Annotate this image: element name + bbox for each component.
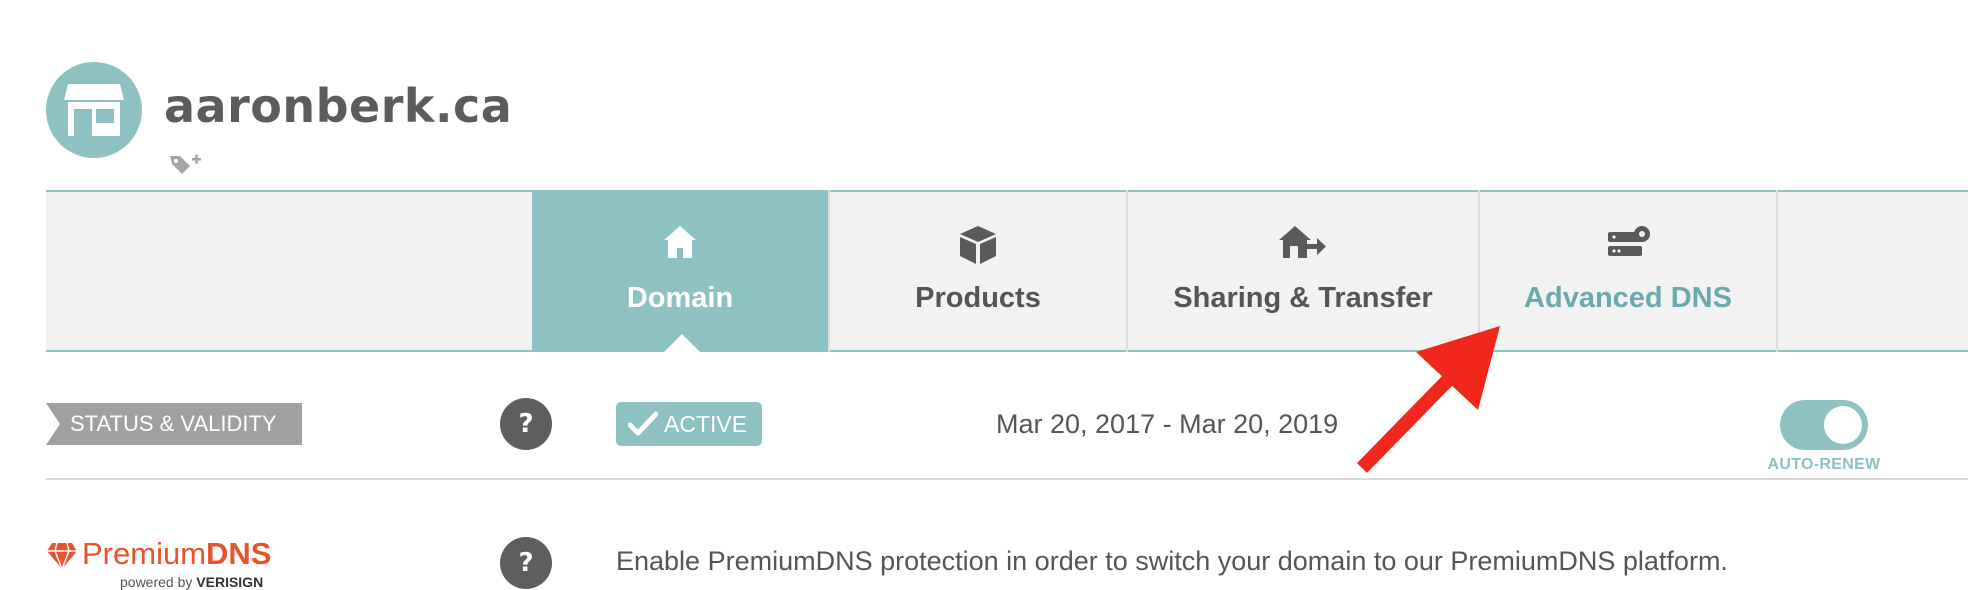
- add-tag-icon[interactable]: [168, 150, 204, 180]
- validity-date-range: Mar 20, 2017 - Mar 20, 2019: [996, 409, 1339, 439]
- status-validity-label: STATUS & VALIDITY: [46, 403, 302, 445]
- tab-more: [1776, 190, 1968, 352]
- domain-title: aaronberk.ca: [164, 79, 513, 133]
- box-icon: [830, 224, 1126, 268]
- status-badge-text: ACTIVE: [664, 411, 748, 437]
- label-notch: [46, 403, 60, 445]
- home-icon: [532, 224, 828, 268]
- help-icon[interactable]: ?: [500, 398, 552, 450]
- premiumdns-description: Enable PremiumDNS protection in order to…: [616, 546, 1728, 576]
- tab-domain[interactable]: Domain: [532, 190, 828, 352]
- tab-label: Advanced DNS: [1524, 282, 1732, 314]
- checkmark-icon: [628, 411, 658, 436]
- server-gear-icon: [1480, 224, 1776, 268]
- auto-renew-label: AUTO-RENEW: [1767, 456, 1881, 473]
- tab-label: Sharing & Transfer: [1173, 282, 1433, 314]
- help-icon[interactable]: ?: [500, 537, 552, 589]
- premiumdns-wordmark: PremiumDNS: [82, 536, 272, 571]
- status-badge: ACTIVE: [616, 402, 762, 446]
- auto-renew-toggle[interactable]: [1780, 400, 1868, 450]
- tab-label: Domain: [626, 282, 734, 314]
- toggle-knob: [1824, 406, 1862, 444]
- storefront-icon: [64, 84, 124, 136]
- tab-products[interactable]: Products: [828, 190, 1126, 352]
- red-arrow-annotation: [1356, 326, 1500, 473]
- tab-label: Products: [915, 282, 1041, 314]
- tab-advanced-dns[interactable]: Advanced DNS: [1478, 190, 1776, 352]
- row-divider: [46, 478, 1968, 480]
- house-arrow-icon: [1128, 224, 1478, 268]
- powered-by-verisign: powered by VERISIGN: [120, 574, 264, 590]
- domain-avatar: [46, 62, 142, 158]
- active-tab-indicator: [664, 334, 700, 352]
- gem-icon: [47, 542, 77, 570]
